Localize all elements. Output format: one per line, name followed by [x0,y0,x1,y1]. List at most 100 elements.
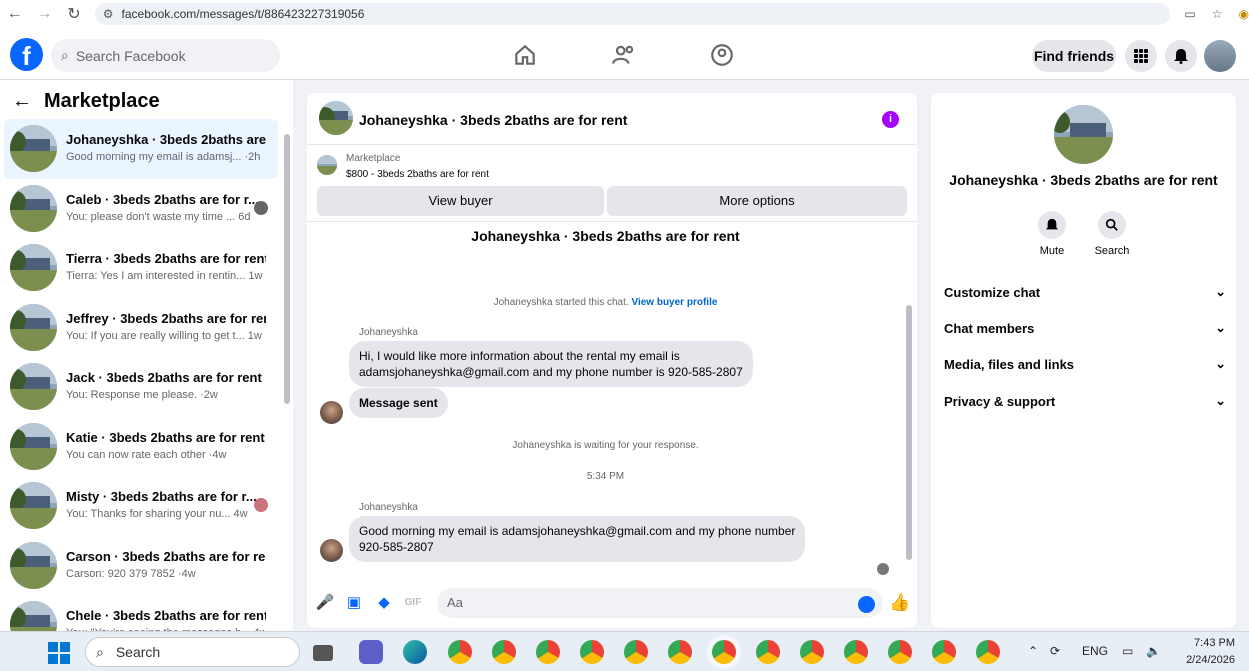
network-icon[interactable]: ▭ [1122,644,1133,658]
home-icon[interactable] [512,42,538,68]
chrome-icon[interactable] [448,640,472,664]
chrome-icon[interactable] [492,640,516,664]
chrome-icon[interactable] [888,640,912,664]
chat-scrollbar[interactable] [904,233,914,578]
read-receipt-avatar [254,498,268,512]
thumbs-up-icon[interactable]: 👍 [889,593,910,613]
profile-icon[interactable]: ◉ [1239,7,1249,21]
conversation-item[interactable]: Carson · 3beds 2baths are for rent Carso… [4,536,278,596]
chevron-up-icon[interactable]: ⌃ [1028,644,1038,658]
message-input[interactable]: Aa [437,588,883,618]
message-bubble[interactable]: Good morning my email is adamsjohaneyshk… [349,516,806,562]
sidebar-scrollbar[interactable] [284,134,290,404]
notifications-bell-icon[interactable] [1165,40,1197,72]
microphone-icon[interactable]: 🎤 [315,593,335,613]
conversation-item[interactable]: Chele · 3beds 2baths are for rent You: "… [4,595,278,635]
chat-avatar[interactable] [319,101,353,135]
cast-icon[interactable]: ▭ [1184,7,1195,21]
conversation-name: Misty · 3beds 2baths are for r... [66,489,257,504]
view-buyer-button[interactable]: View buyer [317,186,604,216]
taskbar-search[interactable]: ⌕ Search [85,637,300,667]
chat-details-panel: Johaneyshka · 3beds 2baths are for rent … [931,93,1236,628]
message-bubble[interactable]: Message sent [349,388,448,418]
sidebar-header: ← Marketplace [12,90,160,113]
address-bar[interactable]: ⚙ facebook.com/messages/t/88642322731905… [94,3,1171,25]
volume-icon[interactable]: 🔈 [1146,644,1161,658]
facebook-logo-icon[interactable]: f [10,38,43,71]
message-bubble[interactable]: Hi, I would like more information about … [349,341,753,387]
conversation-name: Johaneyshka · 3beds 2baths are ... [66,132,266,147]
marketplace-label: Marketplace [346,153,401,164]
chat-members-row[interactable]: Chat members ⌄ [944,320,1226,336]
chrome-icon[interactable] [624,640,648,664]
read-receipt-avatar [877,563,889,575]
chrome-icon[interactable] [668,640,692,664]
chrome-icon[interactable] [976,640,1000,664]
started-text: Johaneyshka started this chat. [493,297,629,308]
photo-icon[interactable]: ▣ [344,593,364,613]
back-arrow-icon[interactable]: ← [0,5,30,23]
bookmark-star-icon[interactable]: ☆ [1212,7,1223,21]
groups-icon[interactable] [709,42,735,68]
sender-avatar[interactable] [320,539,343,562]
search-input[interactable]: ⌕ Search Facebook [51,39,280,72]
section-label: Privacy & support [944,393,1056,409]
media-files-links-row[interactable]: Media, files and links ⌄ [944,356,1226,372]
message-composer: 🎤 ▣ ◆ GIF Aa 👍 [307,585,917,625]
customize-chat-row[interactable]: Customize chat ⌄ [944,284,1226,300]
site-settings-icon[interactable]: ⚙ [103,7,114,21]
conversation-preview: Carson: 920 379 7852 ·4w [66,567,196,580]
view-buyer-profile-link[interactable]: View buyer profile [631,297,717,308]
back-arrow-icon[interactable]: ← [12,90,32,113]
conversation-name: Jeffrey · 3beds 2baths are for rent [66,310,266,326]
conversation-item[interactable]: Misty · 3beds 2baths are for r... You: T… [4,476,278,536]
conversation-item[interactable]: Johaneyshka · 3beds 2baths are ... Good … [4,119,278,179]
listing-thumbnail [10,125,57,172]
emoji-icon[interactable] [858,596,875,613]
chrome-icon[interactable] [580,640,604,664]
language-indicator[interactable]: ENG [1082,644,1108,658]
sender-avatar[interactable] [320,401,343,424]
reload-icon[interactable]: ↻ [59,4,89,24]
chrome-icon[interactable] [712,640,736,664]
account-avatar[interactable] [1204,40,1236,72]
find-friends-button[interactable]: Find friends [1032,40,1116,72]
chrome-icon[interactable] [844,640,868,664]
conversation-preview: You can now rate each other ·4w [66,448,227,461]
conversation-item[interactable]: Jeffrey · 3beds 2baths are for rent You:… [4,298,278,358]
chrome-icon[interactable] [800,640,824,664]
system-clock[interactable]: 7:43 PM 2/24/2026 [1186,635,1235,669]
friends-icon[interactable] [611,42,637,68]
marketplace-listing-row[interactable]: Marketplace $800 - 3beds 2baths are for … [307,149,917,185]
menu-grid-icon[interactable] [1125,40,1157,72]
mute-label: Mute [1039,245,1065,257]
windows-start-icon[interactable] [48,642,70,664]
conversation-item[interactable]: Caleb · 3beds 2baths are for r... You: p… [4,179,278,239]
conversation-item[interactable]: Katie · 3beds 2baths are for rent You ca… [4,417,278,477]
conversation-item[interactable]: Tierra · 3beds 2baths are for rent Tierr… [4,238,278,298]
teams-icon[interactable] [359,640,383,664]
listing-thumbnail [317,155,337,175]
contact-avatar[interactable] [1054,105,1113,164]
gif-icon[interactable]: GIF [403,593,423,613]
chrome-icon[interactable] [756,640,780,664]
conversation-name: Carson · 3beds 2baths are for rent [66,548,266,564]
listing-price: $800 - 3beds 2baths are for rent [346,169,489,180]
sync-icon[interactable]: ⟳ [1050,644,1060,658]
privacy-support-row[interactable]: Privacy & support ⌄ [944,393,1226,409]
chat-title[interactable]: Johaneyshka · 3beds 2baths are for rent [359,112,627,128]
search-in-chat-button[interactable]: Search [1082,211,1142,257]
sticker-icon[interactable]: ◆ [374,593,394,613]
forward-arrow-icon[interactable]: → [30,5,60,23]
mute-button[interactable]: Mute [1022,211,1082,257]
edge-icon[interactable] [403,640,427,664]
chrome-icon[interactable] [932,640,956,664]
listing-thumbnail [10,422,57,470]
thread-title: Johaneyshka · 3beds 2baths are for rent [471,228,740,244]
message-text: adamsjohaneyshka@gmail.com and my phone … [359,365,743,379]
more-options-button[interactable]: More options [607,186,907,216]
conversation-item[interactable]: Jack · 3beds 2baths are for rent You: Re… [4,357,278,417]
info-icon[interactable]: i [882,111,899,128]
task-view-icon[interactable] [313,645,333,661]
chrome-icon[interactable] [536,640,560,664]
